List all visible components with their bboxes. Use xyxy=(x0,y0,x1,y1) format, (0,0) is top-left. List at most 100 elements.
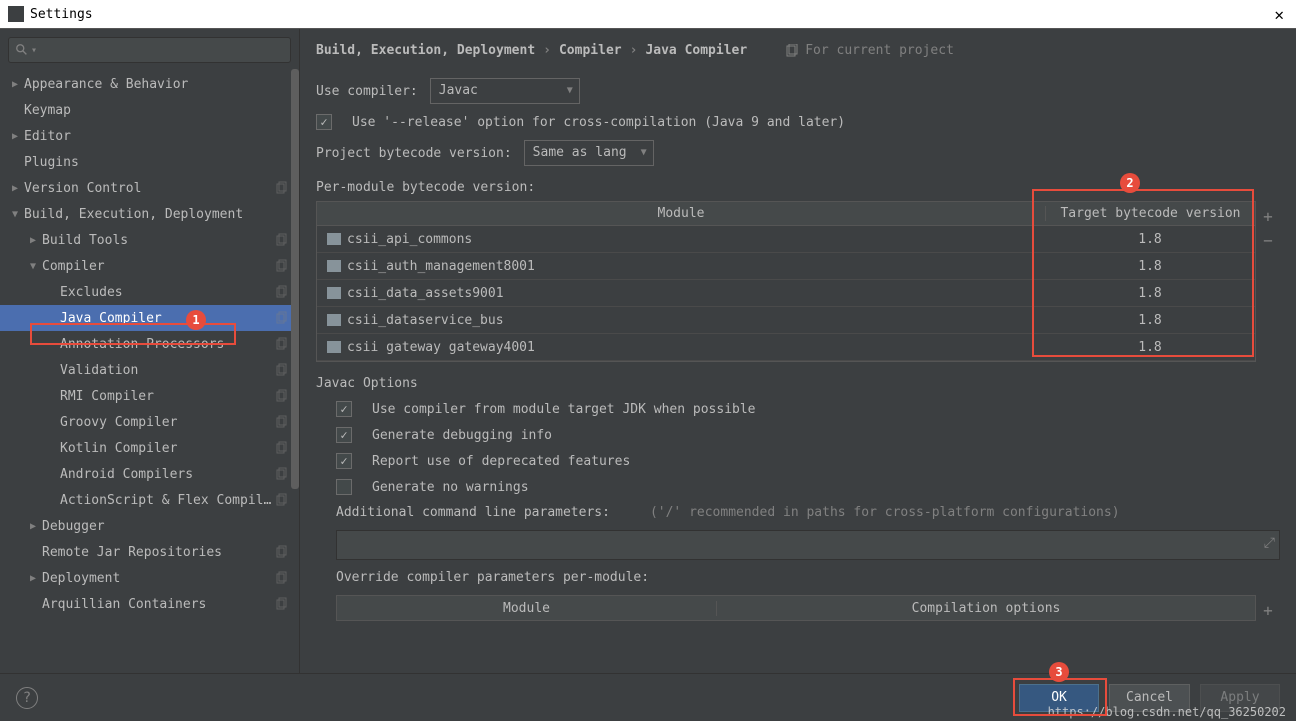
additional-params-hint: ('/' recommended in paths for cross-plat… xyxy=(650,505,1120,520)
copy-icon xyxy=(275,415,289,429)
module-name: csii gateway gateway4001 xyxy=(347,340,535,355)
copy-icon xyxy=(275,285,289,299)
titlebar: Settings ✕ xyxy=(0,0,1296,28)
override-options-header: Compilation options xyxy=(717,601,1255,616)
close-icon[interactable]: ✕ xyxy=(1270,5,1288,24)
expand-icon[interactable]: ⤢ xyxy=(1264,535,1275,551)
chevron-icon xyxy=(30,573,42,584)
additional-params-input[interactable]: ⤢ xyxy=(336,530,1280,560)
opt2-checkbox[interactable] xyxy=(336,427,352,443)
sidebar-item-label: Arquillian Containers xyxy=(42,597,275,612)
sidebar-item[interactable]: Debugger xyxy=(0,513,299,539)
sidebar-item[interactable]: Version Control xyxy=(0,175,299,201)
folder-icon xyxy=(327,233,341,245)
sidebar-item[interactable]: Compiler xyxy=(0,253,299,279)
opt1-checkbox[interactable] xyxy=(336,401,352,417)
table-row[interactable]: csii gateway gateway4001 1.8 xyxy=(317,334,1255,361)
copy-icon xyxy=(275,259,289,273)
folder-icon xyxy=(327,287,341,299)
opt4-label: Generate no warnings xyxy=(372,480,529,495)
sidebar-item[interactable]: Appearance & Behavior xyxy=(0,71,299,97)
target-version[interactable]: 1.8 xyxy=(1045,232,1255,247)
sidebar-item-label: Debugger xyxy=(42,519,299,534)
override-label: Override compiler parameters per-module: xyxy=(336,570,649,585)
project-bytecode-label: Project bytecode version: xyxy=(316,146,512,161)
sidebar-item[interactable]: Keymap xyxy=(0,97,299,123)
override-module-header: Module xyxy=(337,601,717,616)
table-row[interactable]: csii_data_assets9001 1.8 xyxy=(317,280,1255,307)
opt3-label: Report use of deprecated features xyxy=(372,454,630,469)
sidebar-item[interactable]: Validation xyxy=(0,357,299,383)
module-header: Module xyxy=(317,206,1045,221)
sidebar-item[interactable]: Remote Jar Repositories xyxy=(0,539,299,565)
sidebar-item[interactable]: Build, Execution, Deployment xyxy=(0,201,299,227)
target-version[interactable]: 1.8 xyxy=(1045,286,1255,301)
sidebar-item-label: Build, Execution, Deployment xyxy=(24,207,299,222)
search-input[interactable]: ▾ xyxy=(8,37,291,63)
project-scope: For current project xyxy=(785,43,954,58)
add-button[interactable]: + xyxy=(1259,601,1277,619)
use-compiler-select[interactable]: Javac▼ xyxy=(430,78,580,104)
table-row[interactable]: csii_api_commons1.8 xyxy=(317,226,1255,253)
copy-icon xyxy=(275,571,289,585)
sidebar-item-label: ActionScript & Flex Compiler xyxy=(60,493,275,508)
copy-icon xyxy=(275,337,289,351)
sidebar-item[interactable]: Build Tools xyxy=(0,227,299,253)
scrollbar[interactable] xyxy=(291,69,299,509)
app-icon xyxy=(8,6,24,22)
folder-icon xyxy=(327,260,341,272)
module-name: csii_data_assets9001 xyxy=(347,286,504,301)
sidebar-item[interactable]: Android Compilers xyxy=(0,461,299,487)
project-bytecode-select[interactable]: Same as lang▼ xyxy=(524,140,654,166)
sidebar-item[interactable]: Groovy Compiler xyxy=(0,409,299,435)
sidebar-item-label: Java Compiler xyxy=(60,311,275,326)
separator-icon: › xyxy=(543,43,551,58)
opt3-checkbox[interactable] xyxy=(336,453,352,469)
table-row[interactable]: csii_auth_management80011.8 xyxy=(317,253,1255,280)
sidebar-item-label: Kotlin Compiler xyxy=(60,441,275,456)
javac-options-label: Javac Options xyxy=(316,376,1280,391)
use-compiler-label: Use compiler: xyxy=(316,84,418,99)
sidebar-item[interactable]: Arquillian Containers xyxy=(0,591,299,617)
breadcrumb-part[interactable]: Build, Execution, Deployment xyxy=(316,43,535,58)
sidebar-item-label: Validation xyxy=(60,363,275,378)
copy-icon xyxy=(275,597,289,611)
sidebar-item[interactable]: Deployment xyxy=(0,565,299,591)
module-table: Module Target bytecode version csii_api_… xyxy=(316,201,1256,362)
annotation-3: 3 xyxy=(1049,662,1069,682)
sidebar-item[interactable]: RMI Compiler xyxy=(0,383,299,409)
sidebar-item-label: Appearance & Behavior xyxy=(24,77,299,92)
breadcrumb-part[interactable]: Compiler xyxy=(559,43,622,58)
opt4-checkbox[interactable] xyxy=(336,479,352,495)
sidebar-item-label: Deployment xyxy=(42,571,275,586)
sidebar-item[interactable]: Annotation Processors xyxy=(0,331,299,357)
help-button[interactable]: ? xyxy=(16,687,38,709)
sidebar-item-label: Build Tools xyxy=(42,233,275,248)
copy-icon xyxy=(275,233,289,247)
annotation-1: 1 xyxy=(186,310,206,330)
release-option-checkbox[interactable] xyxy=(316,114,332,130)
sidebar-item-label: Compiler xyxy=(42,259,275,274)
sidebar-item[interactable]: ActionScript & Flex Compiler xyxy=(0,487,299,513)
sidebar: ▾ Appearance & Behavior KeymapEditorPlugi… xyxy=(0,29,300,673)
sidebar-item[interactable]: Plugins xyxy=(0,149,299,175)
copy-icon xyxy=(275,311,289,325)
sidebar-item[interactable]: Kotlin Compiler xyxy=(0,435,299,461)
chevron-icon xyxy=(12,183,24,194)
remove-button[interactable]: − xyxy=(1259,231,1277,249)
chevron-icon xyxy=(30,261,42,272)
target-version[interactable]: 1.8 xyxy=(1045,340,1255,355)
target-version[interactable]: 1.8 xyxy=(1045,313,1255,328)
sidebar-item[interactable]: Editor xyxy=(0,123,299,149)
copy-icon xyxy=(275,493,289,507)
add-button[interactable]: + xyxy=(1259,207,1277,225)
sidebar-item[interactable]: Excludes xyxy=(0,279,299,305)
table-row[interactable]: csii_dataservice_bus1.8 xyxy=(317,307,1255,334)
folder-icon xyxy=(327,341,341,353)
target-version[interactable]: 1.8 xyxy=(1045,259,1255,274)
sidebar-item-label: RMI Compiler xyxy=(60,389,275,404)
sidebar-item[interactable]: Java Compiler xyxy=(0,305,299,331)
settings-tree: Appearance & Behavior KeymapEditorPlugins… xyxy=(0,71,299,673)
opt2-label: Generate debugging info xyxy=(372,428,552,443)
copy-icon xyxy=(785,44,799,58)
